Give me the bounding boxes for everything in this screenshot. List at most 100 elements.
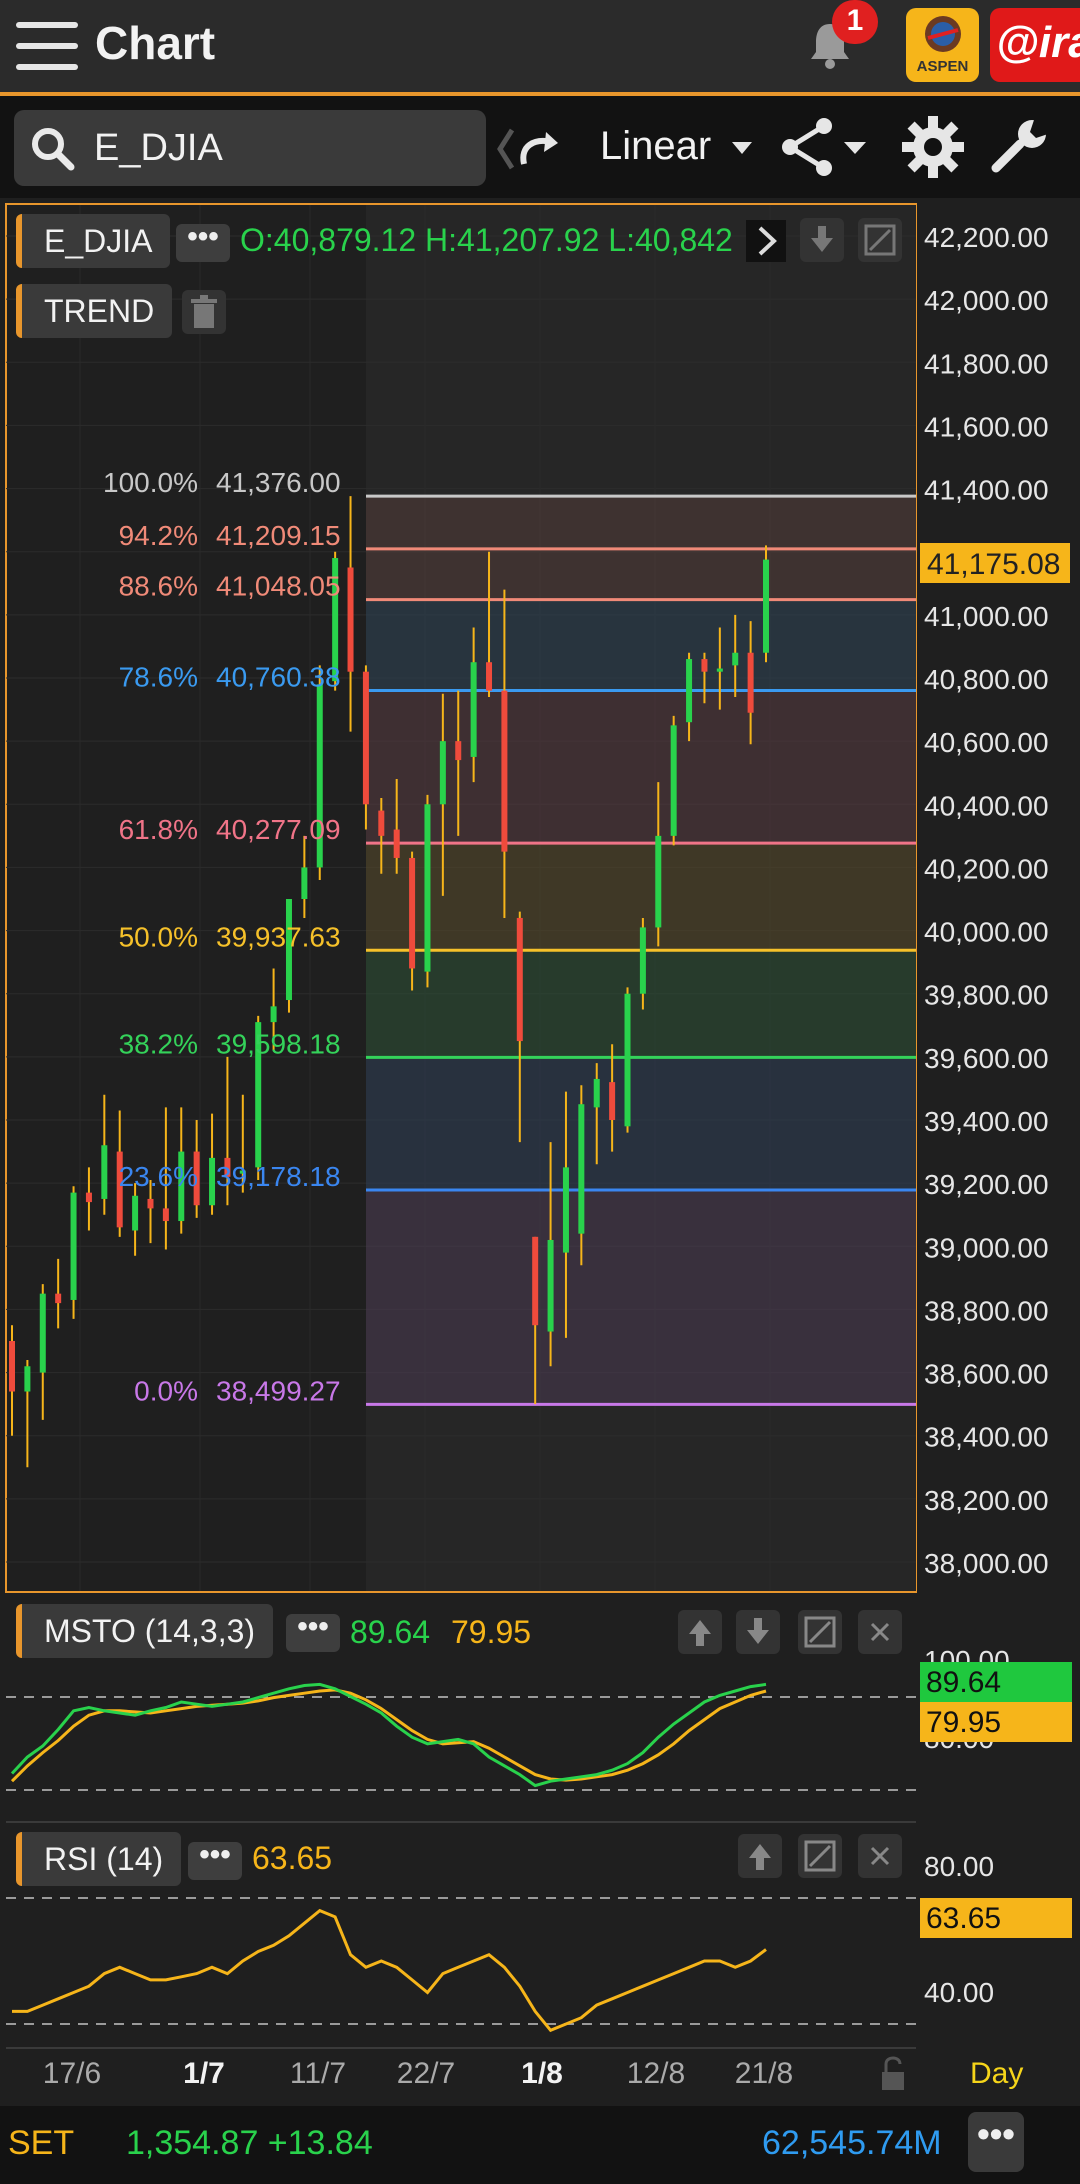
chart-canvas[interactable]: 100.0% 41,376.00 94.2% 41,209.15 88.6% 41,048… [0,198,1080,2106]
main-more-button[interactable]: ••• [176,222,230,262]
scale-value: Linear [600,124,712,168]
footer-more-button[interactable]: ••• [968,2112,1024,2172]
price-tick-label: 40,600.00 [924,727,1049,758]
main-maximize-button[interactable] [858,218,902,262]
maximize-icon [864,224,896,256]
page-title: Chart [95,17,216,69]
price-tick-label: 42,000.00 [924,285,1049,316]
candle-body [55,1293,62,1304]
time-tick-label: 1/8 [521,2057,563,2090]
main-move-down-button[interactable] [800,218,844,262]
time-tick-label: 1/7 [183,2057,225,2090]
msto-more-button[interactable]: ••• [286,1612,340,1652]
rsi-tick-40: 40.00 [924,1977,994,2008]
rsi-pill[interactable]: RSI (14) [16,1832,182,1886]
wrench-icon[interactable] [990,116,1052,178]
candle-body [424,804,431,972]
candle-body [747,652,754,713]
msto-d-tag-value: 79.95 [926,1706,1001,1739]
price-tick-label: 40,200.00 [924,853,1049,884]
candle-body [101,1145,108,1199]
notification-badge: 1 [832,0,878,44]
arrow-down-icon [747,1618,769,1644]
fib-percent-label: 23.6% [119,1161,198,1192]
rsi-maximize-button[interactable] [798,1834,842,1878]
share-icon[interactable] [780,118,870,176]
msto-close-button[interactable] [858,1610,902,1654]
chart-toolbar: E_DJIA Linear [0,96,1080,198]
fib-percent-label: 50.0% [119,921,198,952]
symbol-search-input[interactable]: E_DJIA [94,120,223,176]
index-name[interactable]: SET [8,2124,74,2163]
msto-k-tag-value: 89.64 [926,1666,1001,1699]
top-bar: Chart 1 ASPEN @ira [0,0,1080,96]
price-tick-label: 38,400.00 [924,1422,1049,1453]
price-tick-label: 41,400.00 [924,475,1049,506]
symbol-pill[interactable]: E_DJIA [16,214,171,268]
interval-label[interactable]: Day [970,2057,1023,2090]
fib-price-label: 38,499.27 [216,1375,341,1406]
candle-body [639,927,646,994]
fib-zone [366,690,916,844]
msto-pill[interactable]: MSTO (14,3,3) [16,1604,274,1658]
undo-icon[interactable] [496,124,566,174]
fib-price-label: 41,209.15 [216,520,341,551]
ira-trade-button[interactable]: @ira [990,8,1080,82]
msto-move-up-button[interactable] [678,1610,722,1654]
close-icon [870,1846,890,1866]
candle-body [763,559,769,653]
msto-move-down-button[interactable] [736,1610,780,1654]
price-tick-label: 39,600.00 [924,1043,1049,1074]
ohlc-expand-button[interactable] [746,220,786,262]
ira-label: @ira [996,18,1080,67]
candle-body [532,1236,539,1326]
index-volume: 62,545.74M [762,2124,942,2162]
msto-values: 89.64 79.95 [350,1614,531,1651]
candle-body [547,1239,554,1332]
trend-indicator-pill[interactable]: TREND [16,284,173,338]
msto-maximize-button[interactable] [798,1610,842,1654]
candle-body [270,1006,277,1023]
fib-price-label: 40,760.38 [216,662,341,693]
candle-body [501,690,508,852]
chevron-down-icon [732,142,753,155]
candle-body [716,668,723,672]
candle-body [393,829,400,858]
arrow-up-icon [689,1620,711,1646]
candle-body [701,659,708,672]
candle-body [516,917,523,1042]
price-tick-label: 40,800.00 [924,664,1049,695]
fib-percent-label: 100.0% [103,467,198,498]
candle-body [655,835,662,928]
fib-percent-label: 38.2% [119,1028,198,1059]
fib-percent-label: 61.8% [119,814,198,845]
fib-percent-label: 94.2% [119,520,198,551]
price-tick-label: 40,400.00 [924,790,1049,821]
rsi-close-button[interactable] [858,1834,902,1878]
scale-dropdown[interactable]: Linear [600,116,754,176]
trash-icon [191,295,217,328]
candle-body [455,741,462,761]
aspen-app-button[interactable]: ASPEN [906,8,979,82]
fib-percent-label: 0.0% [134,1375,198,1406]
fib-zone [366,1057,916,1191]
price-tick-label: 41,800.00 [924,348,1049,379]
market-ticker-bar: SET 1,354.87 +13.84 62,545.74M ••• [0,2106,1080,2184]
symbol-search-box[interactable]: E_DJIA [14,110,486,186]
candle-body [9,1341,15,1392]
time-tick-label: 21/8 [735,2057,793,2090]
fib-price-label: 39,178.18 [216,1161,341,1192]
candle-body [378,810,385,836]
menu-icon[interactable] [16,22,78,72]
candle-body [593,1078,600,1108]
rsi-tick-80: 80.00 [924,1851,994,1882]
rsi-move-up-button[interactable] [738,1834,782,1878]
candle-body [686,659,693,723]
price-tick-label: 39,000.00 [924,1232,1049,1263]
msto-d-value: 79.95 [450,1614,532,1650]
rsi-more-button[interactable]: ••• [188,1840,242,1880]
gear-icon[interactable] [900,114,966,180]
delete-trend-button[interactable] [182,290,226,334]
candle-body [132,1195,139,1231]
current-price-value: 41,175.08 [927,548,1060,581]
